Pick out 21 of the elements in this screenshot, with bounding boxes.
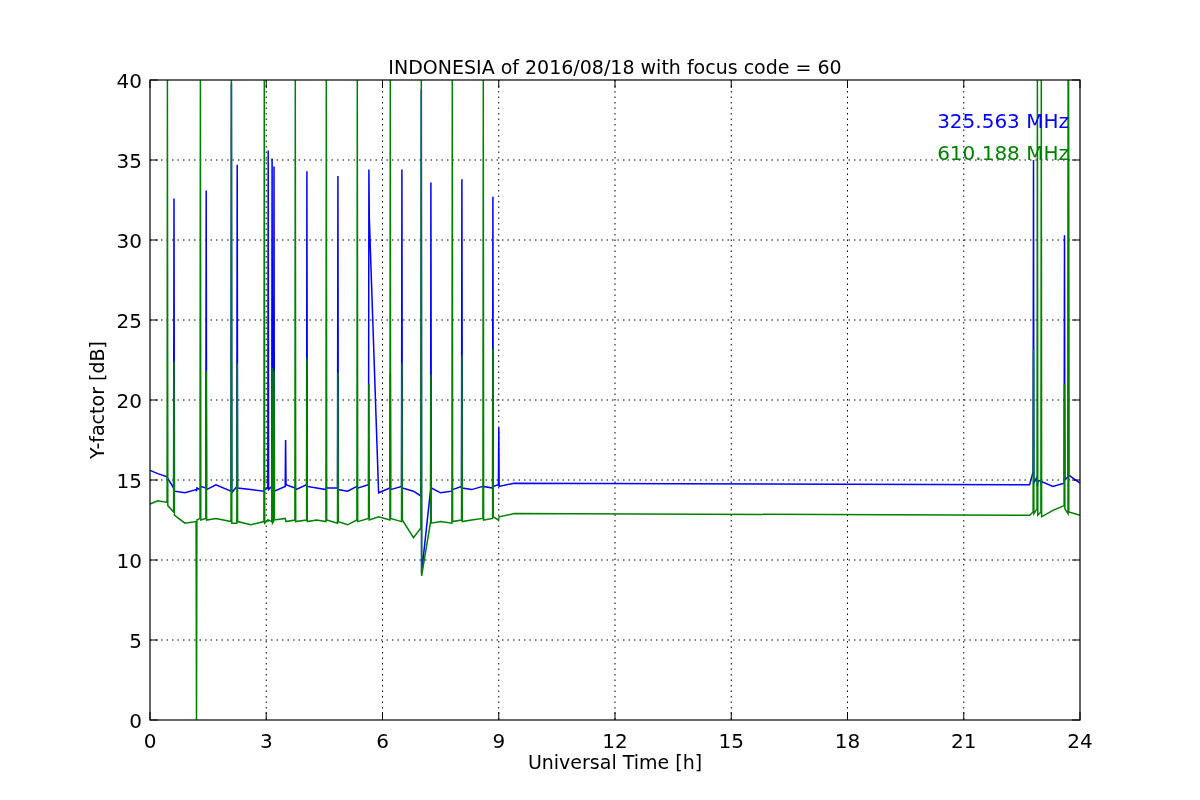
x-axis-label: Universal Time [h] (527, 751, 703, 773)
tick-label: 5 (129, 629, 142, 653)
tick-label: 15 (116, 469, 142, 493)
tick-label: 40 (116, 69, 142, 93)
tick-label: 10 (116, 549, 142, 573)
tick-label: 6 (376, 729, 389, 753)
tick-label: 20 (116, 389, 142, 413)
tick-label: 15 (718, 729, 744, 753)
tick-label: 30 (116, 229, 142, 253)
tick-label: 18 (834, 729, 861, 753)
tick-label: 3 (259, 729, 273, 753)
tick-label: 25 (116, 309, 142, 333)
chart-title: INDONESIA of 2016/08/18 with focus code = 60 (388, 56, 842, 78)
tick-label: 12 (602, 729, 628, 753)
tick-label: 0 (129, 709, 142, 733)
y-axis-label: Y-factor [dB] (86, 341, 108, 459)
tick-label: 21 (951, 729, 977, 753)
tick-label: 24 (1067, 729, 1093, 753)
tick-label: 35 (116, 149, 142, 173)
tick-label: 9 (492, 729, 506, 753)
tick-label: 0 (143, 729, 157, 753)
